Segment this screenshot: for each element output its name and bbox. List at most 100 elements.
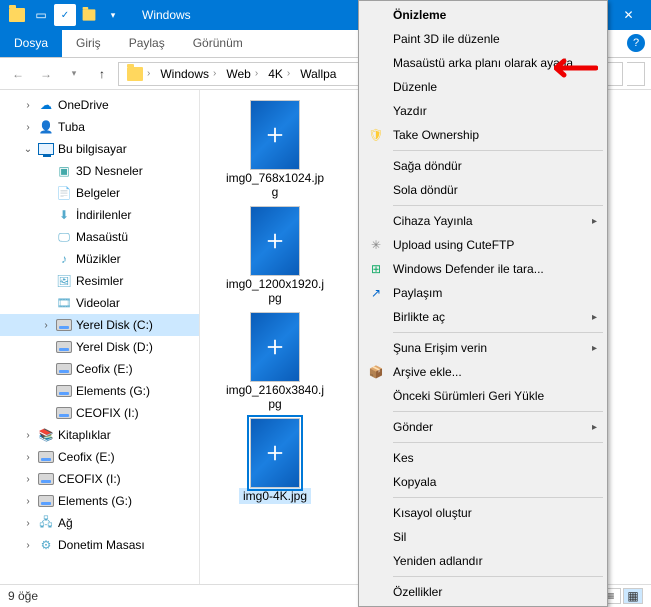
expand-icon[interactable]: › xyxy=(22,100,34,111)
menu-item-upload-using-cuteftp[interactable]: ✳Upload using CuteFTP xyxy=(361,233,605,257)
tree-item-label: Videolar xyxy=(76,296,120,310)
tree-item-a-[interactable]: ›🖧Ağ xyxy=(0,512,199,534)
menu-item-label: Paylaşım xyxy=(393,286,442,300)
menu-item-label: Arşive ekle... xyxy=(393,365,462,379)
menu-item--nizleme[interactable]: Önizleme xyxy=(361,3,605,27)
tree-item-yerel-disk-c-[interactable]: ›Yerel Disk (C:) xyxy=(0,314,199,336)
breadcrumb-segment[interactable]: Web› xyxy=(222,65,262,83)
expand-icon[interactable]: › xyxy=(40,320,52,331)
nav-history-icon[interactable]: ▾ xyxy=(62,62,86,86)
menu-item-label: Paint 3D ile düzenle xyxy=(393,32,500,46)
file-thumb[interactable]: img0_768x1024.jpg xyxy=(220,100,330,200)
breadcrumb-segment[interactable]: Wallpa xyxy=(296,65,340,83)
menu-item-take-ownership[interactable]: 🛡Take Ownership xyxy=(361,123,605,147)
qat-properties-icon[interactable]: ▭ xyxy=(30,4,52,26)
view-thumbs-icon[interactable]: ▦ xyxy=(623,588,643,604)
menu-item-ar-ive-ekle-[interactable]: 📦 Arşive ekle... xyxy=(361,360,605,384)
tree-item-masa-st-[interactable]: 🖵Masaüstü xyxy=(0,226,199,248)
expand-icon[interactable]: › xyxy=(22,122,34,133)
menu-item-sa-a-d-nd-r[interactable]: Sağa döndür xyxy=(361,154,605,178)
tree-item-kitapl-klar[interactable]: ›📚Kitaplıklar xyxy=(0,424,199,446)
tab-view[interactable]: Görünüm xyxy=(179,30,257,57)
expand-icon[interactable]: › xyxy=(22,540,34,551)
tree-item-bu-bilgisayar[interactable]: ⌄Bu bilgisayar xyxy=(0,138,199,160)
folder-icon[interactable] xyxy=(6,4,28,26)
file-label: img0_768x1024.jpg xyxy=(220,170,330,200)
tree-item-elements-g-[interactable]: Elements (G:) xyxy=(0,380,199,402)
rar-icon: 📦 xyxy=(367,363,385,381)
thumbnail-image xyxy=(250,418,300,488)
menu-item-cihaza-yay-nla[interactable]: Cihaza Yayınla xyxy=(361,209,605,233)
file-thumb[interactable]: img0-4K.jpg xyxy=(220,418,330,504)
tree-item-ceofix-i-[interactable]: CEOFIX (I:) xyxy=(0,402,199,424)
breadcrumb-root-icon[interactable]: › xyxy=(123,65,154,83)
tree-item-tuba[interactable]: ›👤Tuba xyxy=(0,116,199,138)
search-input[interactable] xyxy=(627,62,645,86)
menu-item-sola-d-nd-r[interactable]: Sola döndür xyxy=(361,178,605,202)
tree-item-ceofix-e-[interactable]: ›Ceofix (E:) xyxy=(0,446,199,468)
nav-back-icon[interactable]: ← xyxy=(6,62,30,86)
menu-item-sil[interactable]: Sil xyxy=(361,525,605,549)
menu-item-yeniden-adland-r[interactable]: Yeniden adlandır xyxy=(361,549,605,573)
menu-separator xyxy=(393,497,603,498)
tree-item-label: Ceofix (E:) xyxy=(76,362,133,376)
tree-item-m-zikler[interactable]: ♪Müzikler xyxy=(0,248,199,270)
qat-checkbox-icon[interactable]: ✓ xyxy=(54,4,76,26)
tab-file[interactable]: Dosya xyxy=(0,30,62,57)
menu-item--zellikler[interactable]: Özellikler xyxy=(361,580,605,604)
menu-item-paint-3d-ile-d-zenle[interactable]: Paint 3D ile düzenle xyxy=(361,27,605,51)
menu-item-yazd-r[interactable]: Yazdır xyxy=(361,99,605,123)
tree-item-resimler[interactable]: 🖼Resimler xyxy=(0,270,199,292)
breadcrumb-segment[interactable]: Windows› xyxy=(156,65,220,83)
file-thumb[interactable]: img0_1200x1920.jpg xyxy=(220,206,330,306)
disk-icon xyxy=(56,405,72,421)
expand-icon[interactable]: › xyxy=(22,496,34,507)
tree-item-donetim-masas-[interactable]: ›⚙Donetim Masası xyxy=(0,534,199,556)
expand-icon[interactable]: › xyxy=(22,474,34,485)
expand-icon[interactable]: › xyxy=(22,452,34,463)
tree-item-onedrive[interactable]: ›☁OneDrive xyxy=(0,94,199,116)
expand-icon[interactable]: › xyxy=(22,430,34,441)
tree-item-elements-g-[interactable]: ›Elements (G:) xyxy=(0,490,199,512)
menu-separator xyxy=(393,411,603,412)
expand-icon[interactable]: ⌄ xyxy=(22,144,34,155)
menu-item-windows-defender-ile-tara-[interactable]: ⊞Windows Defender ile tara... xyxy=(361,257,605,281)
tree-item-yerel-disk-d-[interactable]: Yerel Disk (D:) xyxy=(0,336,199,358)
tree-item-i-ndirilenler[interactable]: ⬇İndirilenler xyxy=(0,204,199,226)
menu-item-label: Windows Defender ile tara... xyxy=(393,262,544,276)
menu-item-payla-m[interactable]: ↗Paylaşım xyxy=(361,281,605,305)
file-thumb[interactable]: img0_2160x3840.jpg xyxy=(220,312,330,412)
menu-item-kopyala[interactable]: Kopyala xyxy=(361,470,605,494)
qat-dropdown-icon[interactable]: ▾ xyxy=(102,4,124,26)
tree-item-ceofix-i-[interactable]: ›CEOFIX (I:) xyxy=(0,468,199,490)
cloud-icon: ☁ xyxy=(38,97,54,113)
tree-item-belgeler[interactable]: 📄Belgeler xyxy=(0,182,199,204)
menu-item-g-nder[interactable]: Gönder xyxy=(361,415,605,439)
tree-item-videolar[interactable]: 🎞Videolar xyxy=(0,292,199,314)
disk-icon xyxy=(56,339,72,355)
nav-forward-icon[interactable]: → xyxy=(34,62,58,86)
tree-item-3d-nesneler[interactable]: ▣3D Nesneler xyxy=(0,160,199,182)
pc-icon xyxy=(38,141,54,157)
menu-item-kes[interactable]: Kes xyxy=(361,446,605,470)
help-icon[interactable]: ? xyxy=(627,34,645,52)
navigation-tree: ›☁OneDrive›👤Tuba⌄Bu bilgisayar▣3D Nesnel… xyxy=(0,90,200,584)
menu-item-label: Sağa döndür xyxy=(393,159,462,173)
network-icon: 🖧 xyxy=(38,515,54,531)
tab-share[interactable]: Paylaş xyxy=(115,30,179,57)
menu-separator xyxy=(393,442,603,443)
menu-separator xyxy=(393,576,603,577)
disk-icon xyxy=(56,317,72,333)
close-icon[interactable]: ✕ xyxy=(606,0,651,30)
menu-item--nceki-s-r-mleri-geri-y-kle[interactable]: Önceki Sürümleri Geri Yükle xyxy=(361,384,605,408)
tab-home[interactable]: Giriş xyxy=(62,30,115,57)
folder-small-icon[interactable] xyxy=(78,4,100,26)
tree-item-ceofix-e-[interactable]: Ceofix (E:) xyxy=(0,358,199,380)
menu-item-k-sayol-olu-tur[interactable]: Kısayol oluştur xyxy=(361,501,605,525)
nav-up-icon[interactable]: ↑ xyxy=(90,62,114,86)
expand-icon[interactable]: › xyxy=(22,518,34,529)
breadcrumb-segment[interactable]: 4K› xyxy=(264,65,294,83)
menu-item-label: Sola döndür xyxy=(393,183,458,197)
menu-item-birlikte-a-[interactable]: Birlikte aç xyxy=(361,305,605,329)
menu-item--una-eri-im-verin[interactable]: Şuna Erişim verin xyxy=(361,336,605,360)
